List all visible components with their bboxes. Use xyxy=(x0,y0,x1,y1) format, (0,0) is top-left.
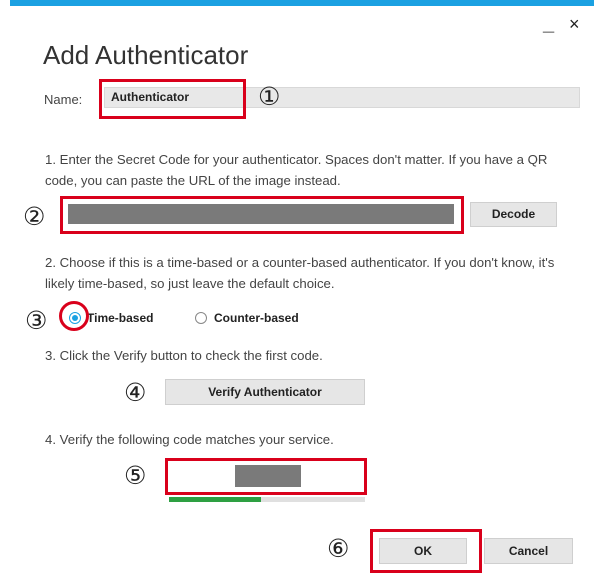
close-button[interactable]: × xyxy=(569,14,580,34)
dialog-title: Add Authenticator xyxy=(43,40,249,70)
highlight-name-field xyxy=(99,79,246,119)
step-marker-4: ④ xyxy=(124,378,147,407)
verify-authenticator-button[interactable]: Verify Authenticator xyxy=(165,379,365,405)
highlight-ok-button xyxy=(370,529,482,573)
step3-instructions: 3. Click the Verify button to check the … xyxy=(45,348,323,363)
highlight-time-based-radio xyxy=(59,301,89,331)
code-timer-progress-fill xyxy=(169,497,262,502)
name-label: Name: xyxy=(44,92,83,107)
highlight-secret-field xyxy=(60,196,464,234)
window-accent-bar xyxy=(10,0,594,6)
decode-button[interactable]: Decode xyxy=(470,202,557,227)
step-marker-3: ③ xyxy=(25,306,48,335)
step-marker-2: ② xyxy=(23,202,46,231)
minimize-button[interactable]: _ xyxy=(543,14,554,34)
cancel-button[interactable]: Cancel xyxy=(484,538,573,564)
step-marker-1: ① xyxy=(258,82,281,111)
step-marker-6: ⑥ xyxy=(327,534,350,563)
highlight-code-display xyxy=(165,458,367,495)
step2-instructions: 2. Choose if this is a time-based or a c… xyxy=(45,255,555,291)
counter-based-radio[interactable] xyxy=(195,312,207,324)
counter-based-label[interactable]: Counter-based xyxy=(214,311,299,325)
code-timer-progress xyxy=(169,497,365,502)
step4-instructions: 4. Verify the following code matches you… xyxy=(45,432,334,447)
step-marker-5: ⑤ xyxy=(124,461,147,490)
time-based-label[interactable]: Time-based xyxy=(87,311,153,325)
step1-instructions: 1. Enter the Secret Code for your authen… xyxy=(45,152,548,188)
